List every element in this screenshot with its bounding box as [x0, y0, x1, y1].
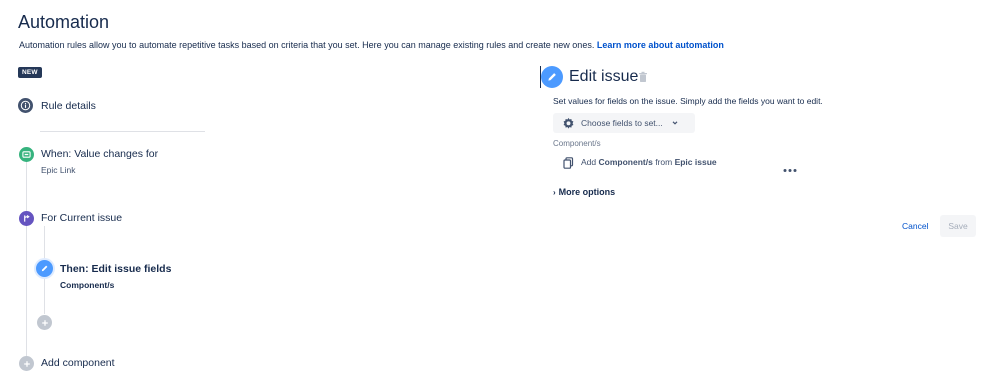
new-badge: NEW: [18, 67, 42, 78]
field-row-source: Epic issue: [674, 157, 717, 167]
add-component-button[interactable]: [19, 356, 34, 371]
choose-fields-label: Choose fields to set...: [581, 118, 663, 128]
cancel-button[interactable]: Cancel: [898, 217, 932, 235]
panel-description: Set values for fields on the issue. Simp…: [553, 96, 823, 106]
branch-icon[interactable]: [19, 211, 34, 226]
trigger-label[interactable]: When: Value changes for: [41, 148, 158, 160]
learn-more-link[interactable]: Learn more about automation: [597, 40, 724, 50]
field-label: Component/s: [553, 139, 601, 148]
pencil-icon: [541, 66, 563, 88]
page-description: Automation rules allow you to automate r…: [19, 40, 724, 50]
rule-details-item[interactable]: Rule details: [41, 100, 96, 112]
panel-title: Edit issue: [569, 68, 639, 85]
pencil-icon[interactable]: [36, 260, 53, 277]
action-label[interactable]: Then: Edit issue fields: [60, 263, 171, 275]
more-icon[interactable]: [783, 160, 797, 172]
more-options-toggle[interactable]: › More options: [553, 187, 615, 197]
field-row-prefix: Add: [581, 157, 597, 167]
divider: [40, 131, 205, 132]
trigger-icon[interactable]: [19, 147, 34, 162]
chevron-right-icon: ›: [553, 188, 556, 197]
add-component-label[interactable]: Add component: [41, 357, 115, 369]
plus-icon: [23, 360, 30, 367]
copy-icon: [563, 156, 574, 169]
info-icon[interactable]: [18, 98, 33, 113]
chevron-down-icon: [671, 119, 679, 127]
save-button[interactable]: Save: [940, 215, 976, 237]
trigger-value: Epic Link: [41, 165, 76, 175]
field-row-field: Component/s: [598, 157, 653, 167]
field-row[interactable]: Add Component/s from Epic issue: [581, 157, 717, 167]
branch-label[interactable]: For Current issue: [41, 212, 122, 224]
rule-connector-line: [26, 161, 27, 356]
more-options-label: More options: [558, 187, 616, 197]
trash-icon[interactable]: [638, 70, 648, 82]
field-row-mid: from: [655, 157, 673, 167]
description-text: Automation rules allow you to automate r…: [19, 40, 595, 50]
add-action-in-branch-button[interactable]: [37, 315, 52, 330]
action-value: Component/s: [60, 280, 115, 290]
gear-icon: [562, 117, 575, 130]
page-title: Automation: [18, 12, 110, 32]
plus-icon: [41, 319, 48, 326]
choose-fields-button[interactable]: Choose fields to set...: [553, 113, 695, 133]
